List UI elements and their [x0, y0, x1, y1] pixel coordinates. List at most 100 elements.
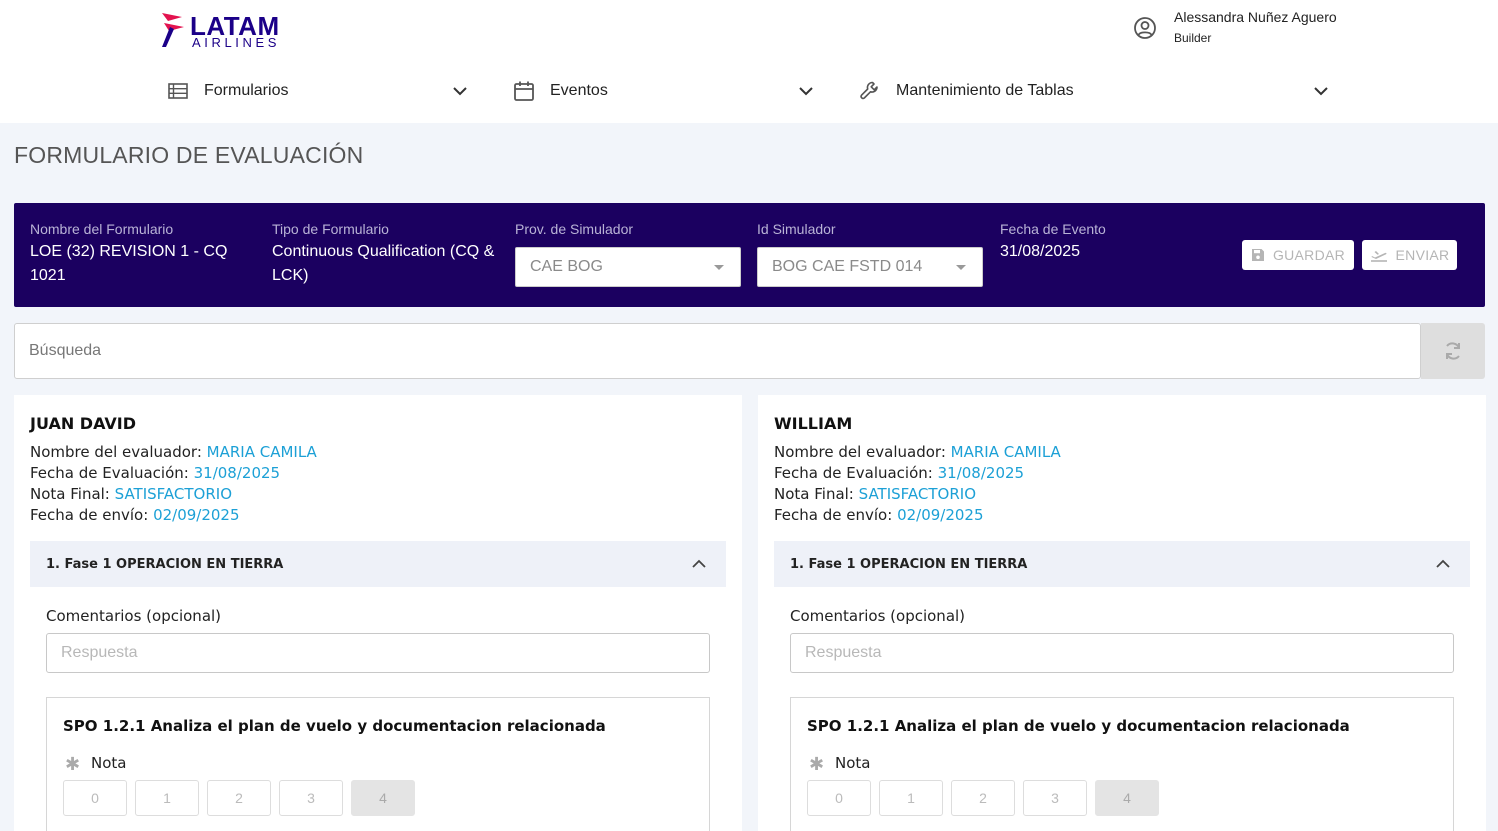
send-button[interactable]: ENVIAR	[1362, 240, 1457, 270]
evaluation-card: WILLIAM Nombre del evaluador: MARIA CAMI…	[758, 395, 1486, 831]
sim-id-label: Id Simulador	[757, 221, 836, 237]
final-grade-label: Nota Final:	[774, 485, 854, 503]
form-type-label: Tipo de Formulario	[272, 221, 389, 237]
user-role: Builder	[1174, 31, 1212, 45]
sim-provider-field: Prov. de Simulador	[515, 221, 633, 237]
nav-eventos[interactable]: Eventos	[512, 76, 817, 106]
top-bar: LATAM AIRLINES Alessandra Nuñez Aguero B…	[0, 0, 1498, 123]
latam-logo[interactable]: LATAM AIRLINES	[160, 9, 290, 51]
search-input[interactable]	[15, 324, 1420, 378]
send-date-row: Fecha de envío: 02/09/2025	[30, 506, 240, 524]
phase-header[interactable]: 1. Fase 1 OPERACION EN TIERRA	[30, 541, 726, 587]
score-option-1[interactable]: 1	[879, 780, 943, 816]
score-option-1[interactable]: 1	[135, 780, 199, 816]
chevron-down-icon	[453, 87, 467, 96]
score-option-3[interactable]: 3	[1023, 780, 1087, 816]
comments-input[interactable]	[791, 634, 1453, 672]
nav-eventos-label: Eventos	[550, 82, 608, 99]
nav-mantenimiento-label: Mantenimiento de Tablas	[896, 82, 1074, 99]
event-date-label: Fecha de Evento	[1000, 221, 1106, 237]
nav-formularios-label: Formularios	[204, 82, 289, 99]
refresh-button[interactable]	[1421, 323, 1485, 379]
score-option-2[interactable]: 2	[207, 780, 271, 816]
final-grade-label: Nota Final:	[30, 485, 110, 503]
send-date-label: Fecha de envío:	[30, 506, 149, 524]
final-grade-value: SATISFACTORIO	[858, 485, 977, 503]
send-date-row: Fecha de envío: 02/09/2025	[774, 506, 984, 524]
nav-mantenimiento-tablas[interactable]: Mantenimiento de Tablas	[858, 76, 1333, 106]
score-option-3[interactable]: 3	[279, 780, 343, 816]
eval-date-value: 31/08/2025	[193, 464, 281, 482]
phase-title: 1. Fase 1 OPERACION EN TIERRA	[46, 557, 284, 572]
send-button-label: ENVIAR	[1395, 247, 1450, 263]
final-grade-value: SATISFACTORIO	[114, 485, 233, 503]
evaluator-label: Nombre del evaluador:	[774, 443, 946, 461]
sim-id-select[interactable]: BOG CAE FSTD 014	[757, 247, 983, 287]
form-type-value: Continuous Qualification (CQ & LCK)	[272, 243, 495, 284]
evaluator-row: Nombre del evaluador: MARIA CAMILA	[30, 443, 317, 461]
comments-field	[46, 633, 710, 673]
chevron-up-icon	[1436, 559, 1450, 568]
question-title: SPO 1.2.1 Analiza el plan de vuelo y doc…	[807, 717, 1350, 735]
question-box: SPO 1.2.1 Analiza el plan de vuelo y doc…	[790, 697, 1454, 831]
score-option-4[interactable]: 4	[351, 780, 415, 816]
eval-date-label: Fecha de Evaluación:	[774, 464, 933, 482]
score-option-0[interactable]: 0	[63, 780, 127, 816]
latam-logo-mark-icon	[162, 13, 184, 47]
phase-header[interactable]: 1. Fase 1 OPERACION EN TIERRA	[774, 541, 1470, 587]
save-disk-icon	[1251, 249, 1264, 261]
save-button[interactable]: GUARDAR	[1242, 240, 1354, 270]
form-name-field: Nombre del Formulario LOE (32) REVISION …	[30, 221, 258, 288]
sim-id-field: Id Simulador	[757, 221, 836, 237]
page-title: FORMULARIO DE EVALUACIÓN	[14, 142, 364, 168]
logo-subtext: AIRLINES	[192, 35, 281, 50]
evaluation-card: JUAN DAVID Nombre del evaluador: MARIA C…	[14, 395, 742, 831]
wrench-icon	[860, 81, 878, 100]
final-grade-row: Nota Final: SATISFACTORIO	[774, 485, 976, 503]
event-date-value: 31/08/2025	[1000, 243, 1081, 260]
chevron-down-icon	[1314, 87, 1328, 96]
dropdown-caret-icon	[956, 265, 966, 270]
eval-date-value: 31/08/2025	[937, 464, 1025, 482]
sim-provider-select[interactable]: CAE BOG	[515, 247, 741, 287]
eval-date-label: Fecha de Evaluación:	[30, 464, 189, 482]
trainee-name: WILLIAM	[774, 414, 853, 433]
calendar-icon	[514, 81, 534, 101]
nav-formularios[interactable]: Formularios	[166, 76, 471, 106]
sim-provider-value: CAE BOG	[530, 258, 603, 275]
search-field	[14, 323, 1421, 379]
trainee-name: JUAN DAVID	[30, 414, 136, 433]
score-option-0[interactable]: 0	[807, 780, 871, 816]
score-option-2[interactable]: 2	[951, 780, 1015, 816]
user-name: Alessandra Nuñez Aguero	[1174, 9, 1337, 25]
chevron-up-icon	[692, 559, 706, 568]
nota-label: Nota	[91, 754, 127, 772]
flight-takeoff-icon	[1370, 251, 1387, 262]
evaluator-value: MARIA CAMILA	[206, 443, 317, 461]
comments-field	[790, 633, 1454, 673]
comments-input[interactable]	[47, 634, 709, 672]
send-date-value: 02/09/2025	[897, 506, 984, 524]
sim-id-value: BOG CAE FSTD 014	[772, 258, 923, 275]
question-title: SPO 1.2.1 Analiza el plan de vuelo y doc…	[63, 717, 606, 735]
question-box: SPO 1.2.1 Analiza el plan de vuelo y doc…	[46, 697, 710, 831]
comments-label: Comentarios (opcional)	[46, 607, 222, 625]
chevron-down-icon	[799, 87, 813, 96]
save-button-label: GUARDAR	[1272, 247, 1346, 263]
final-grade-row: Nota Final: SATISFACTORIO	[30, 485, 232, 503]
nota-label: Nota	[835, 754, 871, 772]
evaluator-row: Nombre del evaluador: MARIA CAMILA	[774, 443, 1061, 461]
score-option-4[interactable]: 4	[1095, 780, 1159, 816]
required-asterisk-icon: ✱	[65, 754, 81, 774]
eval-date-row: Fecha de Evaluación: 31/08/2025	[30, 464, 280, 482]
user-circle-icon	[1134, 17, 1156, 39]
refresh-icon	[1446, 342, 1460, 360]
comments-label: Comentarios (opcional)	[790, 607, 966, 625]
evaluator-label: Nombre del evaluador:	[30, 443, 202, 461]
form-type-field: Tipo de Formulario Continuous Qualificat…	[272, 221, 500, 288]
dropdown-caret-icon	[714, 265, 724, 270]
send-date-label: Fecha de envío:	[774, 506, 893, 524]
evaluator-value: MARIA CAMILA	[950, 443, 1061, 461]
required-asterisk-icon: ✱	[809, 754, 825, 774]
sim-provider-label: Prov. de Simulador	[515, 221, 634, 237]
